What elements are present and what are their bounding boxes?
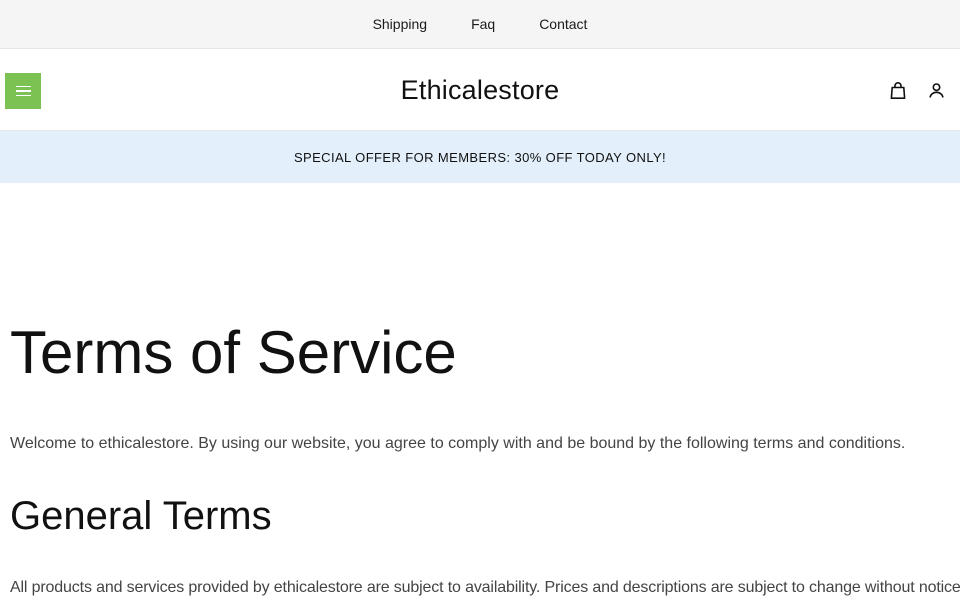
top-nav: Shipping Faq Contact xyxy=(0,0,960,49)
promo-text: SPECIAL OFFER FOR MEMBERS: 30% OFF TODAY… xyxy=(293,149,667,165)
cart-button[interactable] xyxy=(887,79,909,101)
hamburger-icon-line xyxy=(15,90,31,92)
top-nav-faq[interactable]: Faq xyxy=(471,16,495,32)
top-nav-contact[interactable]: Contact xyxy=(539,16,587,32)
menu-button[interactable] xyxy=(5,73,41,109)
logo-container: Ethicalestore xyxy=(0,49,960,131)
shopping-bag-icon xyxy=(890,81,906,99)
section-paragraph: All products and services provided by et… xyxy=(10,579,960,596)
promo-banner: SPECIAL OFFER FOR MEMBERS: 30% OFF TODAY… xyxy=(0,131,960,183)
hamburger-icon-line xyxy=(15,94,31,97)
hamburger-icon-line xyxy=(15,85,31,88)
user-icon xyxy=(928,82,944,98)
account-button[interactable] xyxy=(925,79,947,101)
section-heading: General Terms xyxy=(10,494,272,538)
intro-paragraph: Welcome to ethicalestore. By using our w… xyxy=(10,435,906,452)
site-header: Ethicalestore xyxy=(0,49,960,131)
top-nav-shipping[interactable]: Shipping xyxy=(373,16,428,32)
page-title: Terms of Service xyxy=(10,319,457,386)
site-logo[interactable]: Ethicalestore xyxy=(401,75,560,106)
